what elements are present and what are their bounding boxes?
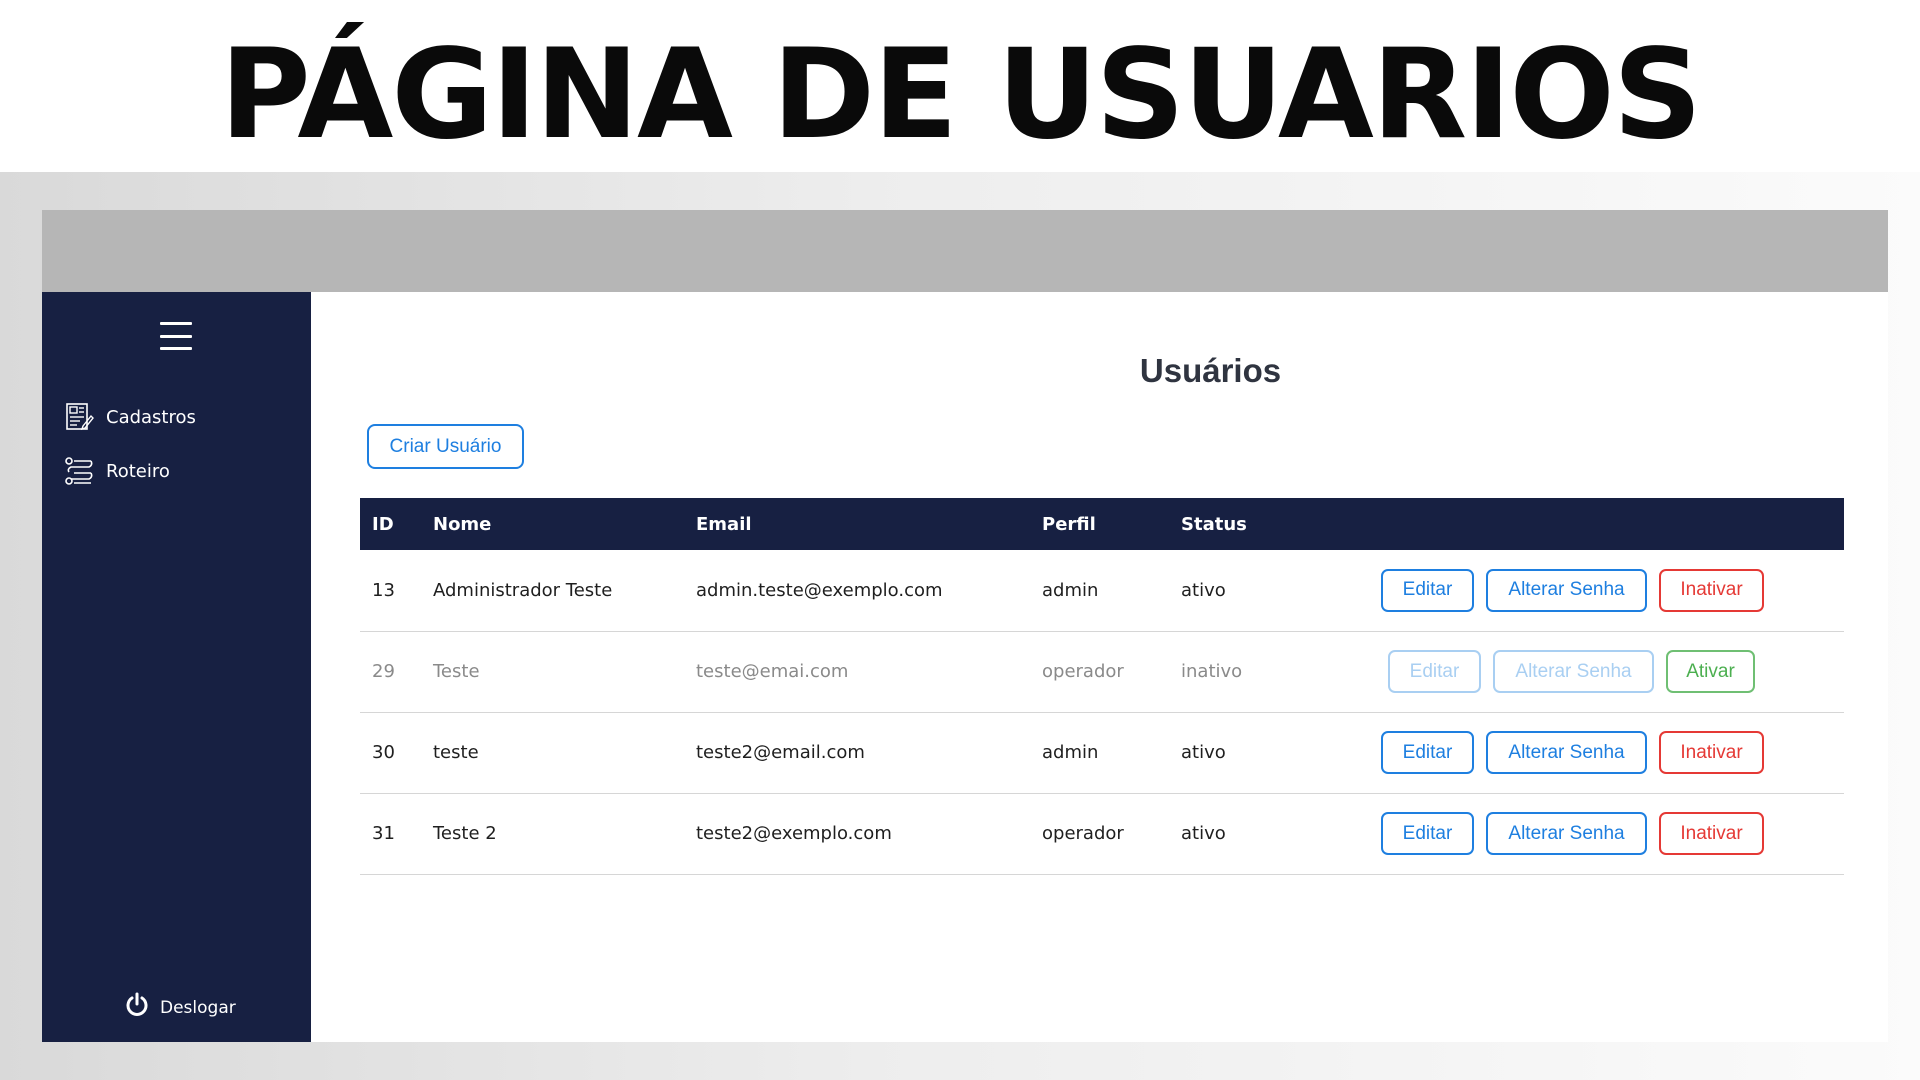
cell-id: 31 [372,823,395,844]
table-row: 31 Teste 2 teste2@exemplo.com operador a… [360,793,1844,874]
cell-status: ativo [1181,742,1226,763]
header-id: ID [372,513,394,535]
banner: PÁGINA DE USUARIOS [0,0,1920,172]
cell-id: 13 [372,579,395,601]
cell-status: inativo [1181,661,1243,682]
sidebar-item-roteiro[interactable]: Roteiro [64,456,170,486]
table-header-row: ID Nome Email Perfil Status [360,498,1844,550]
sidebar-item-cadastros[interactable]: Cadastros [64,402,196,432]
cell-status: ativo [1181,579,1226,601]
edit-button[interactable]: Editar [1381,812,1474,855]
cell-id: 30 [372,742,395,763]
cell-actions: Editar Alterar Senha Ativar [1331,631,1844,712]
page-title: Usuários [1139,352,1282,389]
menu-toggle-icon[interactable] [160,322,192,350]
edit-button: Editar [1388,650,1481,693]
cell-nome: Teste [433,661,480,682]
cell-actions: Editar Alterar Senha Inativar [1331,793,1844,874]
header-nome: Nome [433,513,492,535]
cell-nome: Teste 2 [433,823,497,844]
table-row: 13 Administrador Teste admin.teste@exemp… [360,550,1844,631]
cell-actions: Editar Alterar Senha Inativar [1331,712,1844,793]
header-perfil: Perfil [1042,513,1096,535]
create-user-button[interactable]: Criar Usuário [367,424,524,469]
cell-nome: Administrador Teste [433,579,613,601]
cell-status: ativo [1181,823,1226,844]
main-content: Usuários Criar Usuário ID Nome Email Per… [311,292,1888,1042]
cell-email: admin.teste@exemplo.com [696,579,943,601]
inactivate-button[interactable]: Inativar [1659,568,1764,612]
sidebar-item-label: Cadastros [106,406,196,428]
cell-id: 29 [372,661,395,682]
change-password-button: Alterar Senha [1493,650,1654,693]
form-icon [64,402,94,432]
inactivate-button[interactable]: Inativar [1659,812,1764,855]
change-password-button[interactable]: Alterar Senha [1486,568,1647,612]
logout-label: Deslogar [160,997,236,1018]
inactivate-button[interactable]: Inativar [1659,731,1764,774]
top-bar [42,210,1888,292]
table-row: 29 Teste teste@emai.com operador inativo… [360,631,1844,712]
header-status: Status [1181,513,1247,535]
cell-perfil: admin [1042,579,1099,601]
logout-button[interactable]: Deslogar [124,992,236,1023]
banner-title: PÁGINA DE USUARIOS [219,23,1702,167]
activate-button[interactable]: Ativar [1666,650,1755,693]
header-email: Email [696,513,752,535]
sidebar-item-label: Roteiro [106,460,170,482]
cell-nome: teste [433,742,479,763]
header-actions [1331,498,1844,550]
cell-perfil: admin [1042,742,1099,763]
cell-email: teste@emai.com [696,661,849,682]
cell-email: teste2@exemplo.com [696,823,892,844]
change-password-button[interactable]: Alterar Senha [1486,731,1647,774]
cell-perfil: operador [1042,661,1124,682]
app-window: Cadastros Roteiro Deslogar Usuários Cria… [42,210,1888,1042]
table-row: 30 teste teste2@email.com admin ativo Ed… [360,712,1844,793]
edit-button[interactable]: Editar [1381,731,1474,774]
cell-actions: Editar Alterar Senha Inativar [1331,550,1844,631]
edit-button[interactable]: Editar [1381,568,1474,612]
cell-perfil: operador [1042,823,1124,844]
route-icon [64,456,94,486]
change-password-button[interactable]: Alterar Senha [1486,812,1647,855]
cell-email: teste2@email.com [696,742,865,763]
power-icon [124,992,150,1023]
sidebar: Cadastros Roteiro Deslogar [42,292,311,1042]
users-table: ID Nome Email Perfil Status 13 Administr… [360,498,1844,875]
